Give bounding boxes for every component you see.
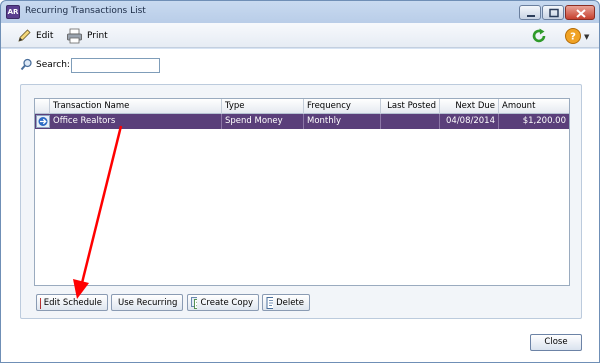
close-button[interactable]: Close (530, 334, 582, 351)
delete-page-icon (266, 296, 274, 309)
help-icon: ? (565, 28, 581, 44)
cell-type[interactable]: Spend Money (222, 114, 304, 129)
table-row[interactable]: Office Realtors Spend Money Monthly 04/0… (35, 114, 569, 129)
create-copy-button[interactable]: Create Copy (187, 294, 259, 311)
print-toolbar-button[interactable]: Print (63, 26, 111, 45)
column-header-next-due[interactable]: Next Due (440, 99, 499, 114)
cell-amount[interactable]: $1,200.00 (499, 114, 569, 129)
refresh-icon (532, 28, 546, 43)
calendar-icon (40, 297, 41, 309)
title-bar[interactable]: AR Recurring Transactions List (1, 1, 599, 23)
edit-schedule-label: Edit Schedule (43, 297, 102, 308)
search-input[interactable] (71, 58, 160, 73)
edit-toolbar-button[interactable]: Edit (13, 26, 56, 45)
magnifier-icon (20, 58, 32, 71)
cell-transaction-name[interactable]: Office Realtors (50, 114, 222, 129)
grid-header: Transaction Name Type Frequency Last Pos… (35, 99, 569, 114)
maximize-button[interactable] (542, 5, 564, 20)
transactions-grid: Transaction Name Type Frequency Last Pos… (34, 98, 570, 286)
help-button[interactable]: ? (564, 27, 582, 48)
column-header-transaction-name[interactable]: Transaction Name (50, 99, 222, 114)
delete-button[interactable]: Delete (262, 294, 310, 311)
toolbar: Edit Print ? ▼ (1, 23, 599, 48)
use-recurring-button[interactable]: Use Recurring (111, 294, 183, 311)
arrow-right-icon (38, 117, 48, 126)
create-copy-label: Create Copy (200, 297, 253, 308)
refresh-button[interactable] (531, 28, 547, 47)
content-area: Search: Transaction Name Type Frequency … (1, 49, 599, 362)
app-icon: AR (6, 5, 20, 19)
search-row: Search: (20, 58, 70, 71)
print-label: Print (87, 30, 108, 41)
edit-label: Edit (36, 30, 54, 41)
row-selector-header (35, 99, 50, 114)
use-recurring-label: Use Recurring (118, 297, 178, 308)
column-header-frequency[interactable]: Frequency (304, 99, 381, 114)
maximize-icon (549, 8, 559, 18)
window-title: Recurring Transactions List (25, 6, 146, 16)
column-header-last-posted[interactable]: Last Posted (381, 99, 440, 114)
pencil-icon (18, 28, 31, 42)
minimize-button[interactable] (519, 5, 541, 20)
recurring-list-panel: Transaction Name Type Frequency Last Pos… (20, 84, 582, 319)
copy-icon (191, 296, 198, 309)
svg-text:?: ? (570, 32, 576, 43)
edit-schedule-button[interactable]: Edit Schedule (36, 294, 108, 311)
cell-next-due[interactable]: 04/08/2014 (440, 114, 499, 129)
help-dropdown-caret[interactable]: ▼ (584, 33, 589, 41)
delete-label: Delete (276, 297, 304, 308)
cell-last-posted[interactable] (381, 114, 440, 129)
close-icon (576, 9, 586, 18)
printer-icon (67, 28, 82, 43)
search-label: Search: (36, 59, 70, 70)
minimize-icon (527, 15, 535, 17)
recurring-transactions-window: AR Recurring Transactions List Edit Prin… (0, 0, 600, 363)
row-marker (36, 115, 50, 128)
close-window-button[interactable] (565, 5, 595, 20)
column-header-amount[interactable]: Amount (499, 99, 569, 114)
column-header-type[interactable]: Type (222, 99, 304, 114)
cell-frequency[interactable]: Monthly (304, 114, 381, 129)
